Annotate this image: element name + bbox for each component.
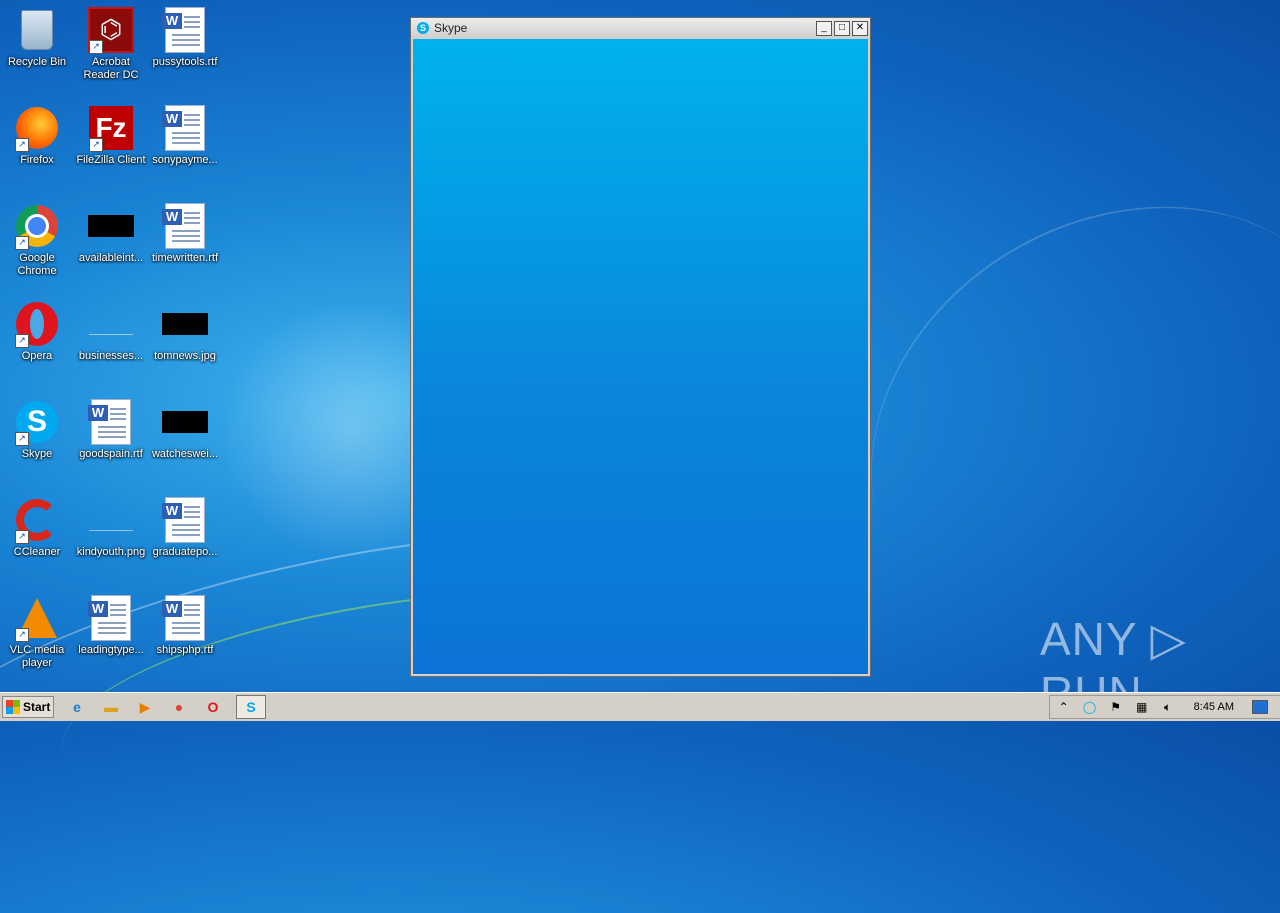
skype-loading-pane bbox=[413, 39, 868, 674]
desktop-icon-label: Skype bbox=[21, 448, 53, 460]
desktop-icon-graduatepo[interactable]: W graduatepo... bbox=[148, 496, 222, 559]
word-document-icon: W bbox=[162, 105, 205, 151]
desktop-icon-goodspain[interactable]: W goodspain.rtf bbox=[74, 398, 148, 461]
desktop-icon-label: timewritten.rtf bbox=[151, 252, 218, 264]
close-button[interactable]: ✕ bbox=[852, 20, 868, 36]
desktop-icon-pussytools[interactable]: W pussytools.rtf bbox=[148, 6, 222, 69]
desktop-icon-label: Opera bbox=[21, 350, 53, 362]
desktop-icon-kindyouth[interactable]: kindyouth.png bbox=[74, 496, 148, 559]
action-center-flag-icon[interactable]: ⚑ bbox=[1108, 700, 1124, 714]
shortcut-arrow-icon: ↗ bbox=[15, 530, 29, 544]
show-desktop-button[interactable] bbox=[1252, 700, 1268, 714]
word-document-icon: W bbox=[88, 399, 131, 445]
word-document-icon: W bbox=[162, 595, 205, 641]
windows-logo-icon bbox=[6, 700, 20, 714]
skype-taskbar-button[interactable]: S bbox=[236, 695, 266, 719]
desktop-icon-tomnews[interactable]: tomnews.jpg bbox=[148, 300, 222, 363]
image-thumbnail-icon bbox=[89, 510, 133, 531]
word-document-icon: W bbox=[162, 497, 205, 543]
volume-icon[interactable]: 🔈︎ bbox=[1160, 700, 1176, 714]
desktop-icon-label: Google Chrome bbox=[17, 252, 57, 277]
black-image-icon bbox=[88, 215, 134, 237]
desktop-icon-watcheswei[interactable]: watcheswei... bbox=[148, 398, 222, 461]
desktop-icon-label: availableint... bbox=[78, 252, 144, 264]
taskbar: Start e ▬ ▶ ● O S ⌃ ◯ ⚑ ▦ 🔈︎ 8:45 AM bbox=[0, 692, 1280, 721]
desktop-icon-label: leadingtype... bbox=[78, 644, 144, 656]
desktop-icon-firefox[interactable]: ↗ Firefox bbox=[0, 104, 74, 167]
desktop-icon-label: Firefox bbox=[20, 154, 54, 166]
shortcut-arrow-icon: ↗ bbox=[15, 432, 29, 446]
desktop-icon-acrobat[interactable]: ⌬ ↗ Acrobat Reader DC bbox=[74, 6, 148, 82]
desktop-icon-label: Acrobat Reader DC bbox=[83, 56, 139, 81]
desktop-icon-label: pussytools.rtf bbox=[152, 56, 218, 68]
media-player-icon[interactable]: ▶ bbox=[134, 696, 156, 718]
black-image-icon bbox=[162, 411, 208, 433]
word-document-icon: W bbox=[88, 595, 131, 641]
folder-icon[interactable]: ▬ bbox=[100, 696, 122, 718]
network-icon[interactable]: ▦ bbox=[1134, 700, 1150, 714]
desktop-icon-label: shipsphp.rtf bbox=[156, 644, 214, 656]
recycle-bin-icon bbox=[21, 10, 53, 50]
word-document-icon: W bbox=[162, 7, 205, 53]
start-label: Start bbox=[23, 700, 51, 714]
maximize-button[interactable]: □ bbox=[834, 20, 850, 36]
desktop-icon-recycle-bin[interactable]: Recycle Bin bbox=[0, 6, 74, 69]
desktop-icon-leadingtype[interactable]: W leadingtype... bbox=[74, 594, 148, 657]
black-image-icon bbox=[162, 313, 208, 335]
desktop-icon-label: Recycle Bin bbox=[7, 56, 67, 68]
desktop-icon-label: graduatepo... bbox=[152, 546, 218, 558]
desktop-icon-businesses[interactable]: businesses... bbox=[74, 300, 148, 363]
image-thumbnail-icon bbox=[89, 314, 133, 335]
opera-icon[interactable]: O bbox=[202, 696, 224, 718]
shortcut-arrow-icon: ↗ bbox=[15, 236, 29, 250]
desktop-icon-label: CCleaner bbox=[13, 546, 61, 558]
desktop-icon-label: sonypayme... bbox=[152, 154, 218, 166]
desktop-icon-vlc[interactable]: ↗ VLC media player bbox=[0, 594, 74, 670]
start-button[interactable]: Start bbox=[2, 696, 54, 718]
desktop-icon-sonypayme[interactable]: W sonypayme... bbox=[148, 104, 222, 167]
shortcut-arrow-icon: ↗ bbox=[89, 138, 103, 152]
desktop-icon-label: kindyouth.png bbox=[76, 546, 146, 558]
desktop-icon-filezilla[interactable]: Fz ↗ FileZilla Client bbox=[74, 104, 148, 167]
desktop-icon-label: tomnews.jpg bbox=[154, 350, 216, 362]
desktop-icon-label: watcheswei... bbox=[151, 448, 219, 460]
system-tray: ⌃ ◯ ⚑ ▦ 🔈︎ 8:45 AM bbox=[1048, 695, 1280, 719]
desktop-icon-chrome[interactable]: ↗ Google Chrome bbox=[0, 202, 74, 278]
internet-explorer-icon[interactable]: e bbox=[66, 696, 88, 718]
skype-window[interactable]: S Skype _ □ ✕ bbox=[410, 17, 871, 677]
window-title: Skype bbox=[434, 21, 468, 35]
minimize-button[interactable]: _ bbox=[816, 20, 832, 36]
desktop-icon-skype[interactable]: S ↗ Skype bbox=[0, 398, 74, 461]
desktop-icon-label: FileZilla Client bbox=[76, 154, 146, 166]
desktop-icon-shipsphp[interactable]: W shipsphp.rtf bbox=[148, 594, 222, 657]
shortcut-arrow-icon: ↗ bbox=[15, 628, 29, 642]
word-document-icon: W bbox=[162, 203, 205, 249]
desktop-icon-availableint[interactable]: availableint... bbox=[74, 202, 148, 265]
window-titlebar[interactable]: S Skype _ □ ✕ bbox=[411, 18, 870, 38]
clock[interactable]: 8:45 AM bbox=[1194, 701, 1234, 713]
desktop-icon-ccleaner[interactable]: ↗ CCleaner bbox=[0, 496, 74, 559]
shortcut-arrow-icon: ↗ bbox=[15, 334, 29, 348]
chrome-icon[interactable]: ● bbox=[168, 696, 190, 718]
shortcut-arrow-icon: ↗ bbox=[89, 40, 103, 54]
show-hidden-icons-chevron-icon[interactable]: ⌃ bbox=[1056, 700, 1072, 714]
desktop-icon-opera[interactable]: ↗ Opera bbox=[0, 300, 74, 363]
shortcut-arrow-icon: ↗ bbox=[15, 138, 29, 152]
desktop-icon-label: businesses... bbox=[78, 350, 144, 362]
desktop-icon-label: VLC media player bbox=[9, 644, 65, 669]
skype-tray-icon[interactable]: ◯ bbox=[1082, 700, 1098, 714]
desktop-icon-label: goodspain.rtf bbox=[79, 448, 143, 460]
skype-icon: S bbox=[417, 22, 429, 34]
desktop-icon-timewritten[interactable]: W timewritten.rtf bbox=[148, 202, 222, 265]
